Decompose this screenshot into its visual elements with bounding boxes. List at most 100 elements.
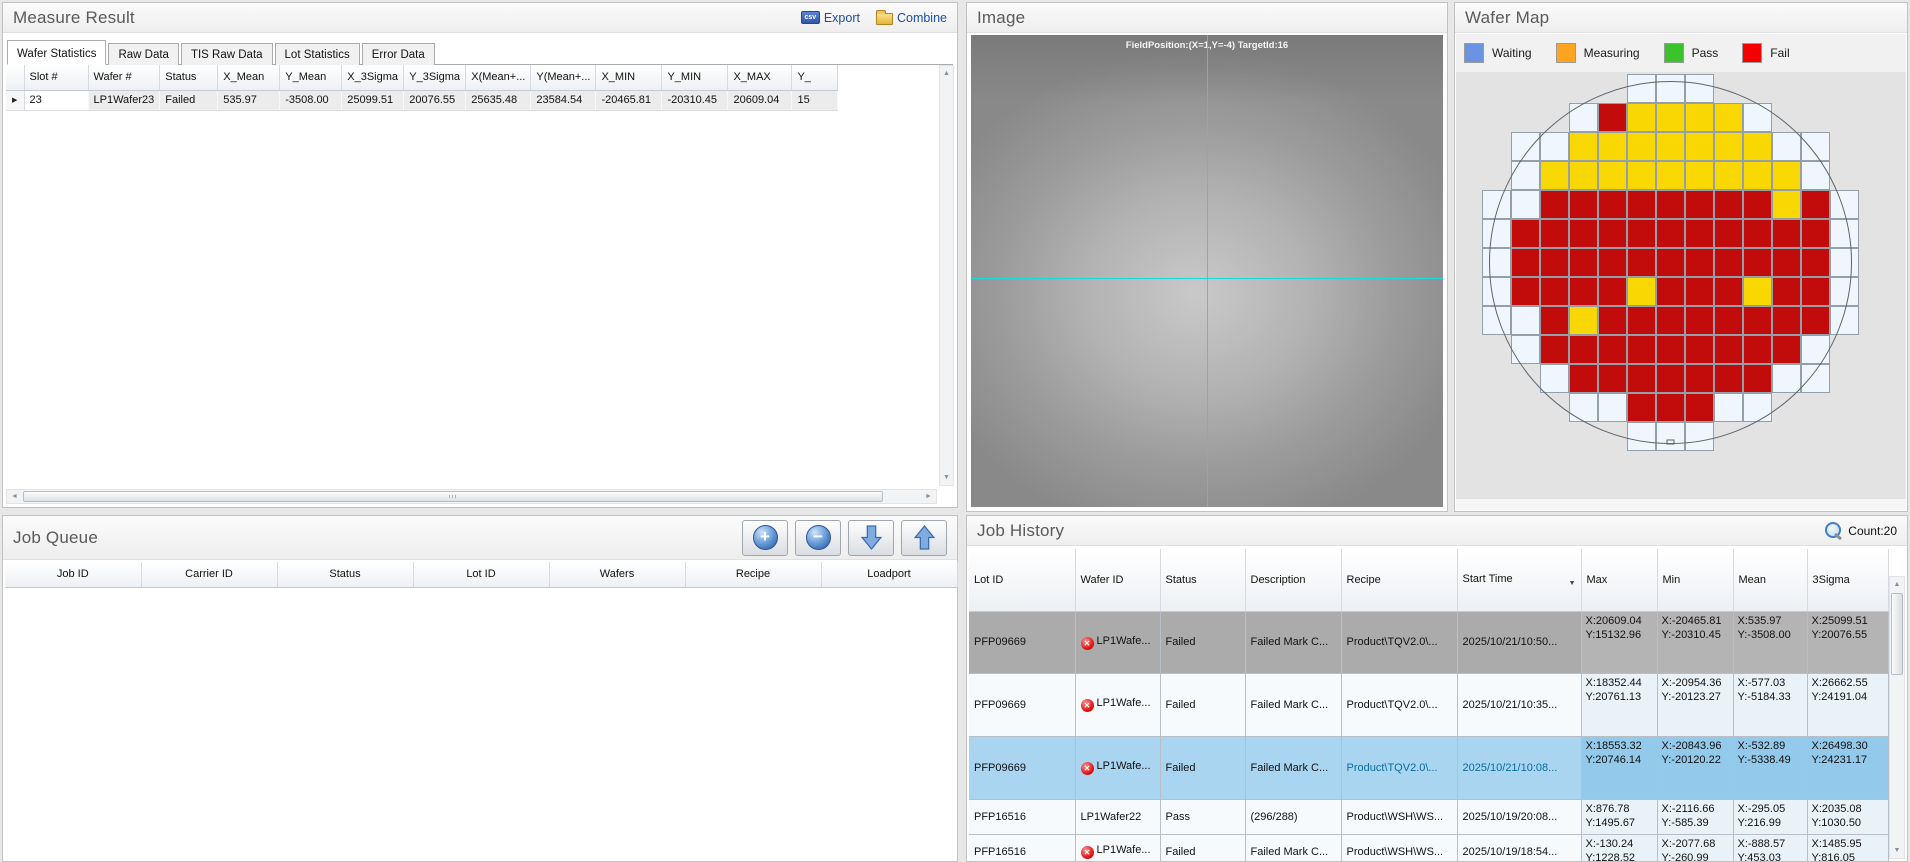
wafer-die[interactable] [1569, 277, 1598, 306]
wafer-die[interactable] [1569, 364, 1598, 393]
wafer-die[interactable] [1743, 277, 1772, 306]
wafer-die[interactable] [1801, 335, 1830, 364]
wafer-die[interactable] [1801, 277, 1830, 306]
column-header-job-id[interactable]: Job ID [5, 562, 141, 587]
wafer-die[interactable] [1627, 161, 1656, 190]
wafer-die[interactable] [1656, 306, 1685, 335]
wafer-die[interactable] [1743, 219, 1772, 248]
wafer-die[interactable] [1482, 277, 1511, 306]
wafer-die[interactable] [1627, 132, 1656, 161]
wafer-die[interactable] [1685, 335, 1714, 364]
wafer-die[interactable] [1714, 335, 1743, 364]
wafer-die[interactable] [1656, 219, 1685, 248]
wafer-die[interactable] [1772, 335, 1801, 364]
column-header-y-mean[interactable]: Y(Mean+... [531, 65, 596, 90]
wafer-die[interactable] [1569, 161, 1598, 190]
wafer-die[interactable] [1714, 277, 1743, 306]
column-header-max[interactable]: Max [1581, 549, 1657, 611]
wafer-die[interactable] [1685, 190, 1714, 219]
wafer-die[interactable] [1482, 306, 1511, 335]
wafer-die[interactable] [1685, 422, 1714, 451]
column-header-wafer[interactable]: Wafer # [88, 65, 160, 90]
wafer-die[interactable] [1511, 190, 1540, 219]
column-header-min[interactable]: Min [1657, 549, 1733, 611]
wafer-die[interactable] [1598, 161, 1627, 190]
wafer-die[interactable] [1627, 74, 1656, 103]
wafer-die[interactable] [1569, 190, 1598, 219]
column-header-wafer-id[interactable]: Wafer ID [1075, 549, 1160, 611]
column-header-y[interactable]: Y_ [792, 65, 838, 90]
wafer-die[interactable] [1772, 277, 1801, 306]
wafer-die[interactable] [1627, 103, 1656, 132]
wafer-die[interactable] [1772, 161, 1801, 190]
wafer-die[interactable] [1714, 306, 1743, 335]
column-header-x-mean[interactable]: X_Mean [218, 65, 280, 90]
wafer-die[interactable] [1685, 132, 1714, 161]
column-header-lot-id[interactable]: Lot ID [969, 549, 1075, 611]
wafer-die[interactable] [1830, 190, 1859, 219]
export-button[interactable]: csv Export [801, 11, 860, 25]
wafer-die[interactable] [1598, 335, 1627, 364]
column-header-x-mean[interactable]: X(Mean+... [466, 65, 531, 90]
wafer-die[interactable] [1540, 306, 1569, 335]
wafer-die[interactable] [1714, 190, 1743, 219]
column-header-loadport[interactable]: Loadport [821, 562, 957, 587]
wafer-die[interactable] [1714, 393, 1743, 422]
wafer-die[interactable] [1714, 219, 1743, 248]
wafer-die[interactable] [1743, 190, 1772, 219]
wafer-die[interactable] [1772, 248, 1801, 277]
wafer-die[interactable] [1627, 335, 1656, 364]
wafer-die[interactable] [1656, 103, 1685, 132]
wafer-die[interactable] [1540, 161, 1569, 190]
column-header-y-mean[interactable]: Y_Mean [280, 65, 342, 90]
wafer-die[interactable] [1685, 364, 1714, 393]
wafer-die[interactable] [1569, 219, 1598, 248]
wafer-die[interactable] [1511, 248, 1540, 277]
wafer-die[interactable] [1656, 74, 1685, 103]
wafer-die[interactable] [1714, 132, 1743, 161]
wafer-die[interactable] [1743, 161, 1772, 190]
wafer-die[interactable] [1801, 161, 1830, 190]
wafer-die[interactable] [1598, 364, 1627, 393]
table-row[interactable]: PFP09669✕LP1Wafe...FailedFailed Mark C..… [969, 736, 1888, 799]
wafer-die[interactable] [1598, 393, 1627, 422]
wafer-die[interactable] [1656, 190, 1685, 219]
scroll-right-button[interactable]: ► [921, 490, 936, 503]
wafer-die[interactable] [1685, 219, 1714, 248]
wafer-die[interactable] [1627, 393, 1656, 422]
wafer-die[interactable] [1540, 364, 1569, 393]
wafer-die[interactable] [1772, 306, 1801, 335]
column-header-description[interactable]: Description [1245, 549, 1341, 611]
wafer-die[interactable] [1685, 277, 1714, 306]
wafer-die[interactable] [1540, 190, 1569, 219]
wafer-die[interactable] [1801, 190, 1830, 219]
column-header-carrier-id[interactable]: Carrier ID [141, 562, 277, 587]
scroll-up-button[interactable]: ▲ [1890, 577, 1904, 592]
table-row[interactable]: ▶23LP1Wafer23Failed535.97-3508.0025099.5… [6, 90, 838, 110]
remove-job-button[interactable]: − [795, 520, 841, 556]
wafer-die[interactable] [1627, 306, 1656, 335]
wafer-die[interactable] [1714, 248, 1743, 277]
tab-wafer-statistics[interactable]: Wafer Statistics [7, 40, 106, 65]
wafer-die[interactable] [1540, 277, 1569, 306]
column-header-x-3sigma[interactable]: X_3Sigma [342, 65, 404, 90]
magnifier-icon[interactable] [1825, 522, 1842, 539]
wafer-die[interactable] [1598, 190, 1627, 219]
wafer-die[interactable] [1598, 132, 1627, 161]
wafer-die[interactable] [1627, 277, 1656, 306]
add-job-button[interactable]: + [742, 520, 788, 556]
scroll-down-button[interactable]: ▼ [1890, 843, 1904, 858]
tab-error-data[interactable]: Error Data [362, 43, 435, 65]
wafer-die[interactable] [1540, 132, 1569, 161]
wafer-die[interactable] [1598, 248, 1627, 277]
column-header-status[interactable]: Status [277, 562, 413, 587]
wafer-die[interactable] [1482, 190, 1511, 219]
wafer-die[interactable] [1656, 277, 1685, 306]
wafer-die[interactable] [1656, 161, 1685, 190]
wafer-die[interactable] [1743, 306, 1772, 335]
camera-image[interactable]: FieldPosition:(X=1,Y=-4) TargetId:16 [971, 35, 1443, 507]
wafer-die[interactable] [1511, 161, 1540, 190]
table-row[interactable]: PFP09669✕LP1Wafe...FailedFailed Mark C..… [969, 611, 1888, 673]
wafer-die[interactable] [1627, 248, 1656, 277]
tab-lot-statistics[interactable]: Lot Statistics [275, 43, 360, 65]
